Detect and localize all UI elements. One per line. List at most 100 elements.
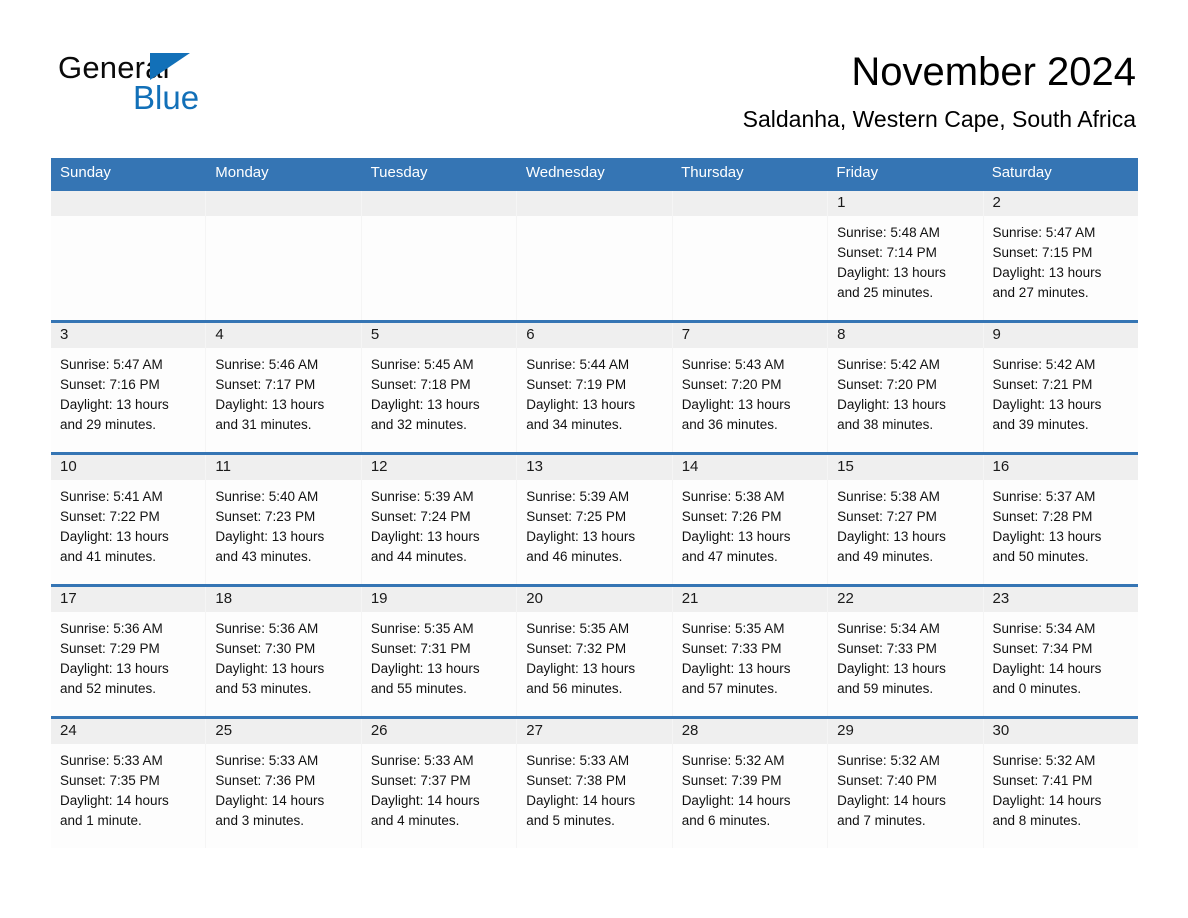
- weekday-header-thursday: Thursday: [681, 164, 744, 181]
- calendar-week-row: 3 Sunrise: 5:47 AM Sunset: 7:16 PM Daylight…: [51, 320, 1138, 452]
- weekday-header-wednesday: Wednesday: [525, 164, 605, 181]
- date-number: 8: [837, 326, 846, 343]
- calendar-week-row: 1 Sunrise: 5:48 AM Sunset: 7:14 PM Daylight…: [51, 188, 1138, 320]
- date-number: 30: [992, 722, 1010, 739]
- day-cell-body: Sunrise: 5:38 AM Sunset: 7:27 PM Daylight:…: [828, 480, 982, 567]
- day-cell[interactable]: 4 Sunrise: 5:46 AM Sunset: 7:17 PM Daylight…: [206, 323, 362, 452]
- day-cell-body: Sunrise: 5:34 AM Sunset: 7:34 PM Daylight:…: [984, 612, 1138, 699]
- day-cell-body: Sunrise: 5:35 AM Sunset: 7:32 PM Daylight:…: [517, 612, 671, 699]
- date-band: 15: [828, 455, 983, 480]
- day-cell[interactable]: 17 Sunrise: 5:36 AM Sunset: 7:29 PM Dayligh…: [51, 587, 207, 716]
- date-number: 14: [681, 458, 699, 475]
- date-band: 20: [517, 587, 672, 612]
- sunrise-text: Sunrise: 5:35 AM: [681, 621, 785, 636]
- daylight-text: Daylight: 13 hours: [215, 529, 325, 544]
- sunrise-text: Sunrise: 5:38 AM: [681, 489, 785, 504]
- calendar-grid: Sunday Monday Tuesday Wednesday Thursday…: [51, 158, 1138, 848]
- day-cell[interactable]: 1 Sunrise: 5:48 AM Sunset: 7:14 PM Daylight…: [828, 191, 984, 320]
- sunrise-text: Sunrise: 5:32 AM: [681, 753, 785, 768]
- date-band: 27: [517, 719, 672, 744]
- day-cell[interactable]: 21 Sunrise: 5:35 AM Sunset: 7:33 PM Dayligh…: [672, 587, 829, 716]
- daylight-text: Daylight: 13 hours: [60, 661, 169, 676]
- day-cell[interactable]: 27 Sunrise: 5:33 AM Sunset: 7:38 PM Dayligh…: [517, 719, 673, 848]
- day-cell[interactable]: 9 Sunrise: 5:42 AM Sunset: 7:21 PM Daylight…: [983, 323, 1138, 452]
- daylight-text: Daylight: 13 hours: [526, 529, 636, 544]
- day-cell[interactable]: 19 Sunrise: 5:35 AM Sunset: 7:31 PM Dayligh…: [361, 587, 518, 716]
- calendar-page: General Blue November 2024 Saldanha, Wes…: [0, 0, 1188, 918]
- day-cell-body: Sunrise: 5:42 AM Sunset: 7:20 PM Daylight:…: [828, 348, 982, 435]
- day-cell[interactable]: 13 Sunrise: 5:39 AM Sunset: 7:25 PM Dayligh…: [517, 455, 673, 584]
- daylight-text-cont: and 34 minutes.: [526, 417, 623, 432]
- day-cell[interactable]: 22 Sunrise: 5:34 AM Sunset: 7:33 PM Dayligh…: [828, 587, 984, 716]
- day-cell-body: Sunrise: 5:39 AM Sunset: 7:24 PM Daylight:…: [362, 480, 516, 567]
- day-cell[interactable]: 18 Sunrise: 5:36 AM Sunset: 7:30 PM Dayligh…: [206, 587, 362, 716]
- daylight-text-cont: and 27 minutes.: [992, 285, 1089, 300]
- date-number: 1: [837, 194, 846, 211]
- day-cell[interactable]: 11 Sunrise: 5:40 AM Sunset: 7:23 PM Dayligh…: [206, 455, 362, 584]
- day-cell[interactable]: 23 Sunrise: 5:34 AM Sunset: 7:34 PM Dayligh…: [983, 587, 1138, 716]
- day-cell[interactable]: 6 Sunrise: 5:44 AM Sunset: 7:19 PM Daylight…: [517, 323, 673, 452]
- date-band: 8: [828, 323, 983, 348]
- day-cell[interactable]: 30 Sunrise: 5:32 AM Sunset: 7:41 PM Dayligh…: [983, 719, 1138, 848]
- day-cell-body: Sunrise: 5:45 AM Sunset: 7:18 PM Daylight:…: [362, 348, 516, 435]
- date-number: 27: [526, 722, 543, 739]
- day-cell-body: Sunrise: 5:32 AM Sunset: 7:39 PM Daylight:…: [673, 744, 827, 831]
- day-cell-body: [51, 216, 205, 223]
- sunset-text: Sunset: 7:37 PM: [370, 773, 471, 788]
- daylight-text: Daylight: 13 hours: [837, 265, 946, 280]
- day-cell[interactable]: 3 Sunrise: 5:47 AM Sunset: 7:16 PM Daylight…: [51, 323, 207, 452]
- date-band: 18: [206, 587, 361, 612]
- calendar-week-row: 24 Sunrise: 5:33 AM Sunset: 7:35 PM Dayligh…: [51, 716, 1138, 848]
- day-cell[interactable]: 15 Sunrise: 5:38 AM Sunset: 7:27 PM Dayligh…: [828, 455, 984, 584]
- sunrise-text: Sunrise: 5:43 AM: [681, 357, 785, 372]
- sunrise-text: Sunrise: 5:44 AM: [526, 357, 630, 372]
- date-number: 9: [992, 326, 1001, 343]
- day-cell[interactable]: 28 Sunrise: 5:32 AM Sunset: 7:39 PM Dayligh…: [672, 719, 829, 848]
- day-cell[interactable]: 5 Sunrise: 5:45 AM Sunset: 7:18 PM Daylight…: [361, 323, 518, 452]
- sunrise-text: Sunrise: 5:33 AM: [60, 753, 163, 768]
- day-cell[interactable]: 25 Sunrise: 5:33 AM Sunset: 7:36 PM Dayligh…: [206, 719, 362, 848]
- sunrise-text: Sunrise: 5:35 AM: [370, 621, 474, 636]
- day-cell[interactable]: 16 Sunrise: 5:37 AM Sunset: 7:28 PM Dayligh…: [983, 455, 1138, 584]
- day-cell[interactable]: 2 Sunrise: 5:47 AM Sunset: 7:15 PM Daylight…: [983, 191, 1138, 320]
- day-cell-body: Sunrise: 5:47 AM Sunset: 7:15 PM Daylight:…: [984, 216, 1138, 303]
- day-cell[interactable]: 29 Sunrise: 5:32 AM Sunset: 7:40 PM Dayligh…: [828, 719, 984, 848]
- date-number: 17: [60, 590, 77, 607]
- date-band: 5: [361, 323, 517, 348]
- date-band: 11: [206, 455, 361, 480]
- daylight-text-cont: and 5 minutes.: [526, 813, 615, 828]
- daylight-text: Daylight: 13 hours: [837, 529, 946, 544]
- sunset-text: Sunset: 7:24 PM: [370, 509, 471, 524]
- day-cell[interactable]: 7 Sunrise: 5:43 AM Sunset: 7:20 PM Daylight…: [672, 323, 829, 452]
- date-band: 28: [672, 719, 828, 744]
- page-title: November 2024: [851, 50, 1136, 94]
- day-cell[interactable]: 26 Sunrise: 5:33 AM Sunset: 7:37 PM Dayligh…: [361, 719, 518, 848]
- sunset-text: Sunset: 7:28 PM: [992, 509, 1093, 524]
- triangle-icon: [150, 53, 190, 80]
- daylight-text-cont: and 50 minutes.: [992, 549, 1089, 564]
- sunrise-text: Sunrise: 5:45 AM: [370, 357, 474, 372]
- date-band: 16: [983, 455, 1138, 480]
- day-cell-body: [362, 216, 516, 223]
- daylight-text: Daylight: 14 hours: [60, 793, 169, 808]
- day-cell[interactable]: 24 Sunrise: 5:33 AM Sunset: 7:35 PM Dayligh…: [51, 719, 207, 848]
- day-cell[interactable]: 14 Sunrise: 5:38 AM Sunset: 7:26 PM Dayligh…: [672, 455, 829, 584]
- date-band: 23: [983, 587, 1138, 612]
- day-cell[interactable]: 8 Sunrise: 5:42 AM Sunset: 7:20 PM Daylight…: [828, 323, 984, 452]
- sunrise-text: Sunrise: 5:39 AM: [370, 489, 474, 504]
- weekday-header-friday: Friday: [836, 164, 879, 181]
- general-blue-logo[interactable]: General Blue: [58, 52, 318, 124]
- day-cell[interactable]: 20 Sunrise: 5:35 AM Sunset: 7:32 PM Dayligh…: [517, 587, 673, 716]
- daylight-text: Daylight: 14 hours: [526, 793, 636, 808]
- day-cell[interactable]: 12 Sunrise: 5:39 AM Sunset: 7:24 PM Dayligh…: [361, 455, 518, 584]
- daylight-text: Daylight: 13 hours: [215, 397, 325, 412]
- date-band: 21: [672, 587, 828, 612]
- daylight-text-cont: and 25 minutes.: [837, 285, 934, 300]
- sunrise-text: Sunrise: 5:42 AM: [837, 357, 940, 372]
- date-band: 26: [361, 719, 517, 744]
- daylight-text-cont: and 56 minutes.: [526, 681, 623, 696]
- day-cell[interactable]: 10 Sunrise: 5:41 AM Sunset: 7:22 PM Dayligh…: [51, 455, 207, 584]
- day-cell-body: Sunrise: 5:37 AM Sunset: 7:28 PM Daylight:…: [984, 480, 1138, 567]
- daylight-text-cont: and 55 minutes.: [370, 681, 467, 696]
- day-cell-body: [517, 216, 671, 223]
